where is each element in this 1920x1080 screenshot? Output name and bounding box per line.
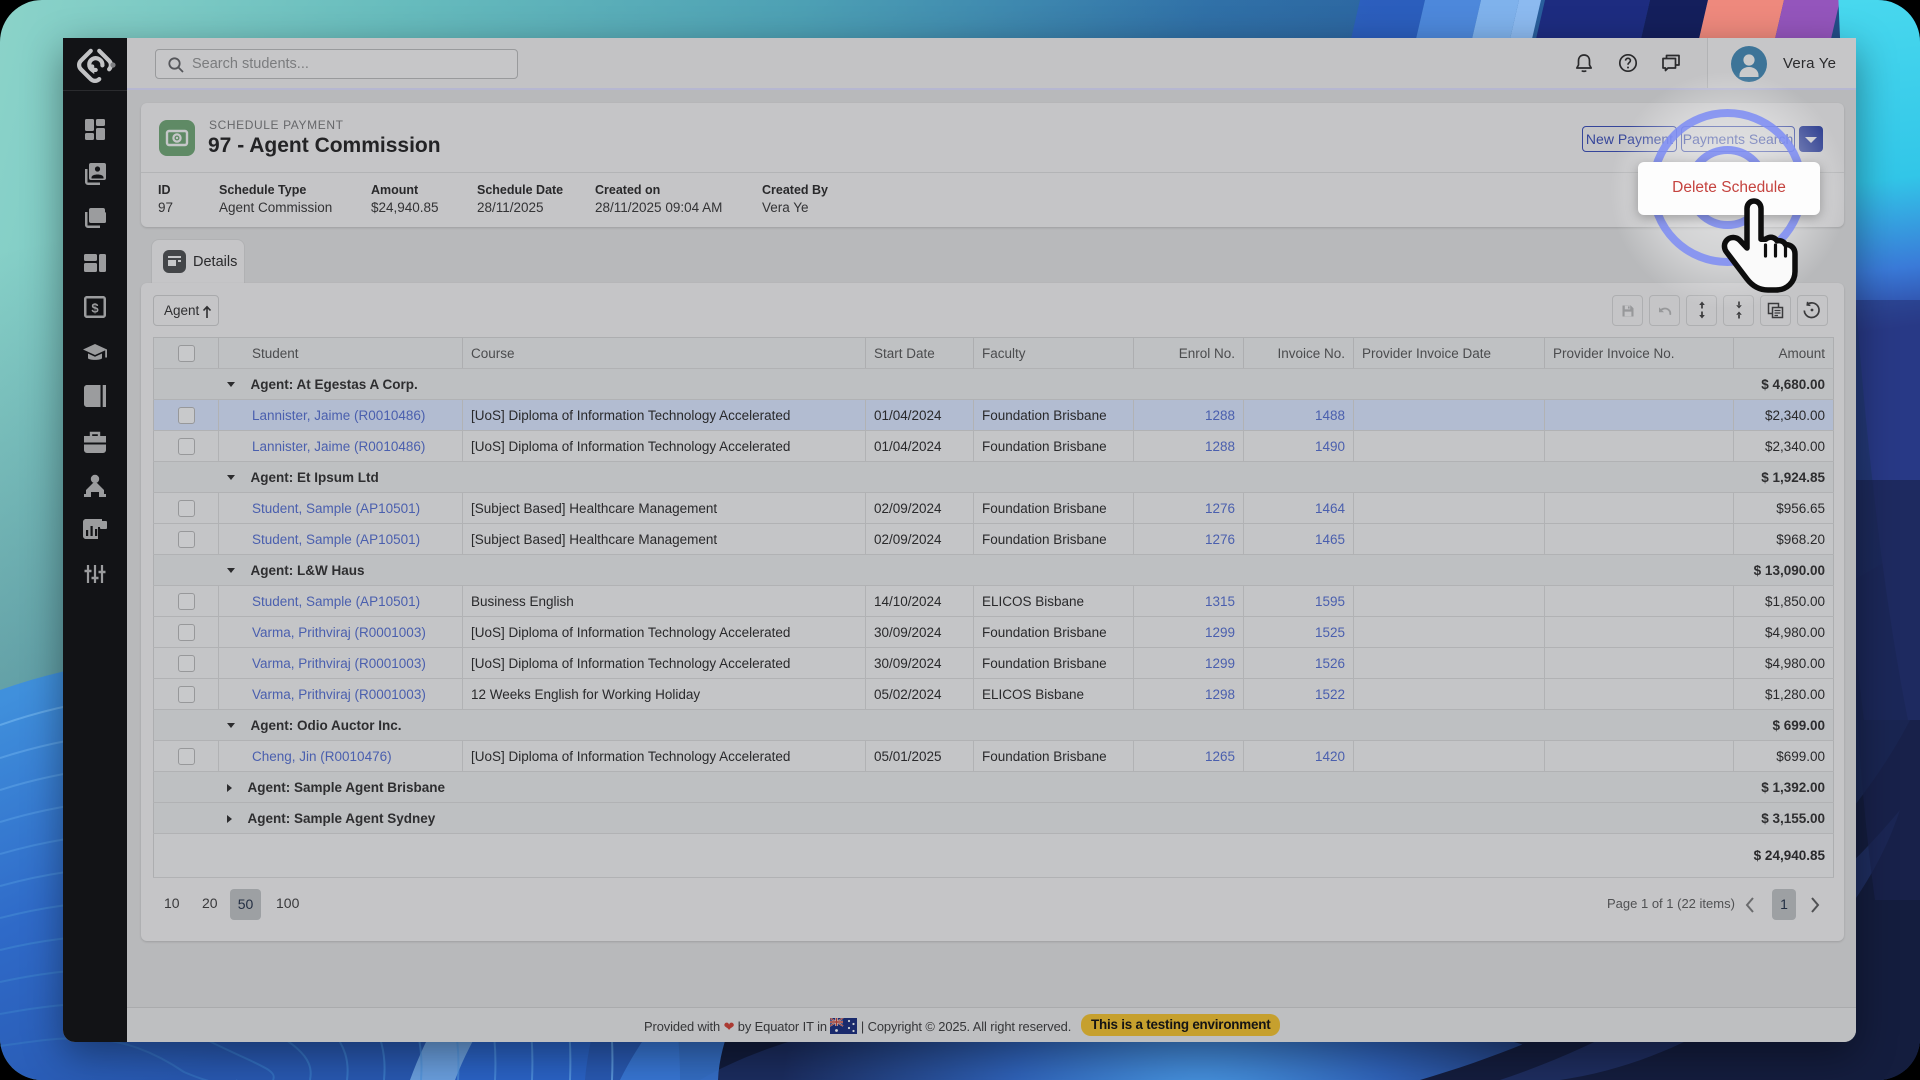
svg-text:$: $ (91, 301, 99, 316)
